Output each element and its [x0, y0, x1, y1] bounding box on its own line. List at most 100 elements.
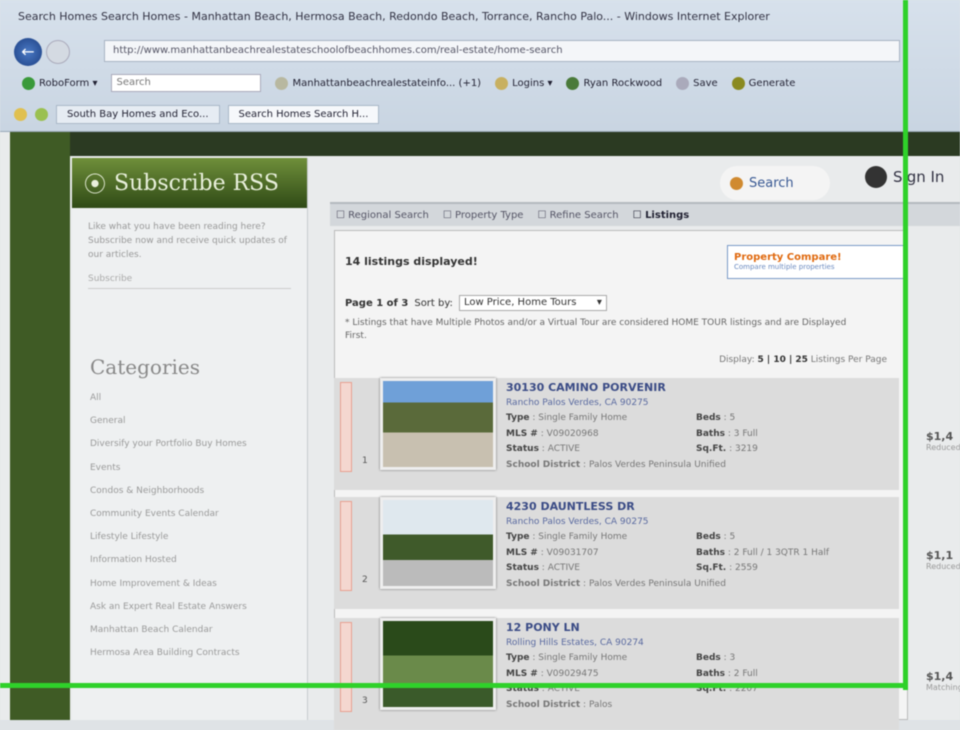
listing-row[interactable]: 1 30130 CAMINO PORVENIR Rancho Palos Ver… [334, 378, 960, 490]
logins-label: Logins ▾ [512, 77, 553, 89]
rss-header[interactable]: ⦿ Subscribe RSS [72, 158, 307, 208]
listing-price: $1,4 Reduced [926, 430, 960, 452]
search-steps: ☐ Regional Search ☐ Property Type ☐ Refi… [330, 202, 960, 226]
page-indicator: Page 1 of 3 [345, 297, 409, 309]
sort-label: Sort by: [414, 297, 453, 309]
save-button[interactable]: Save [676, 76, 718, 90]
category-link[interactable]: Ask an Expert Real Estate Answers [72, 596, 307, 619]
browser-chrome: Search Homes Search Homes - Manhattan Be… [0, 0, 960, 132]
category-link[interactable]: Lifestyle Lifestyle [72, 526, 307, 549]
category-link[interactable]: Information Hosted [72, 549, 307, 572]
generate-button[interactable]: Generate [731, 76, 795, 90]
sqft-value: 2559 [734, 563, 758, 574]
listing-address[interactable]: 30130 CAMINO PORVENIR [506, 380, 896, 396]
step-property-type[interactable]: ☐ Property Type [443, 210, 524, 221]
listing-photo[interactable] [380, 378, 496, 470]
category-link[interactable]: General [72, 410, 307, 433]
logins-button[interactable]: Logins ▾ [495, 76, 553, 90]
price-value: $1,4 [926, 430, 954, 443]
listing-photo[interactable] [380, 497, 496, 589]
roboform-label: RoboForm ▾ [39, 77, 98, 89]
school-value: Palos [588, 699, 613, 710]
school-label: School District [506, 578, 581, 589]
search-button-label: Search [749, 175, 794, 191]
category-link[interactable]: All [72, 387, 307, 410]
home-tour-tag [340, 501, 352, 591]
status-label: Status [506, 563, 539, 574]
step-listings[interactable]: ☐ Listings [633, 210, 690, 221]
step-label: Property Type [455, 209, 524, 221]
listing-address[interactable]: 4230 DAUNTLESS DR [506, 499, 896, 515]
category-link[interactable]: Events [72, 457, 307, 480]
site-header-strip [70, 132, 960, 156]
beds-label: Beds [696, 413, 721, 424]
display-suffix: Listings Per Page [810, 355, 887, 365]
highlight-frame-right [903, 0, 908, 690]
user-icon [566, 76, 580, 90]
home-tour-tag [340, 622, 352, 712]
baths-value: 2 Full [733, 668, 758, 679]
category-link[interactable]: Manhattan Beach Calendar [72, 619, 307, 642]
sqft-label: Sq.Ft. [696, 563, 727, 574]
category-link[interactable]: Home Improvement & Ideas [72, 573, 307, 596]
site-button[interactable]: Manhattanbeachrealestateinfo... (+1) [275, 76, 482, 90]
compare-label: Property Compare! [734, 252, 842, 263]
listing-info: 12 PONY LN Rolling Hills Estates, CA 902… [506, 620, 896, 714]
generate-icon [731, 76, 745, 90]
compare-sub: Compare multiple properties [734, 263, 835, 271]
category-link[interactable]: Diversify your Portfolio Buy Homes [72, 433, 307, 456]
page-icon [275, 76, 289, 90]
school-value: Palos Verdes Peninsula Unified [588, 459, 726, 470]
listing-photo[interactable] [380, 618, 496, 710]
step-label: Listings [645, 209, 690, 221]
forward-button[interactable] [46, 40, 70, 64]
baths-value: 3 Full [733, 428, 758, 439]
categories-title: Categories [90, 355, 200, 379]
sort-select[interactable]: Low Price, Home Tours ▾ [458, 295, 607, 311]
listing-address[interactable]: 12 PONY LN [506, 620, 896, 636]
tab-south-bay[interactable]: South Bay Homes and Eco... [56, 104, 220, 124]
baths-label: Baths [696, 428, 725, 439]
category-link[interactable]: Condos & Neighborhoods [72, 480, 307, 503]
chevron-down-icon: ▾ [596, 297, 602, 308]
back-button[interactable]: ← [14, 38, 42, 66]
step-label: Regional Search [348, 209, 429, 221]
rss-title: Subscribe RSS [114, 170, 279, 196]
step-refine-search[interactable]: ☐ Refine Search [537, 210, 618, 221]
search-button[interactable]: Search [720, 166, 830, 200]
listing-row[interactable]: 3 12 PONY LN Rolling Hills Estates, CA 9… [334, 618, 960, 730]
display-label: Display: [719, 355, 755, 365]
toolbar: RoboForm ▾ Search Manhattanbeachrealesta… [22, 72, 960, 94]
tab-search-homes[interactable]: Search Homes Search H... [227, 104, 380, 124]
listing-row[interactable]: 2 4230 DAUNTLESS DR Rancho Palos Verdes,… [334, 497, 960, 609]
listing-info: 4230 DAUNTLESS DR Rancho Palos Verdes, C… [506, 499, 896, 593]
type-value: Single Family Home [538, 413, 628, 424]
toolbar-search-input[interactable]: Search [111, 74, 262, 92]
rss-subscribe-link[interactable]: Subscribe [88, 274, 291, 289]
sidebar: ⦿ Subscribe RSS Like what you have been r… [72, 158, 308, 720]
display-options[interactable]: 5 | 10 | 25 [758, 355, 808, 365]
property-compare-button[interactable]: Property Compare! Compare multiple proper… [727, 245, 907, 279]
favorites-star-icon[interactable] [14, 107, 27, 121]
price-note: Reduced [926, 443, 960, 452]
baths-value: 2 Full / 1 3QTR 1 Half [733, 547, 830, 558]
mls-value: V09020968 [546, 428, 599, 439]
save-label: Save [693, 77, 718, 89]
mls-label: MLS # [506, 547, 538, 558]
address-bar[interactable]: http://www.manhattanbeachrealestateschoo… [104, 40, 900, 62]
type-value: Single Family Home [538, 532, 628, 543]
pagination-sort: Page 1 of 3 Sort by: Low Price, Home Tou… [345, 295, 607, 311]
add-favorites-icon[interactable] [35, 107, 48, 121]
category-link[interactable]: Community Events Calendar [72, 503, 307, 526]
category-link[interactable]: Hermosa Area Building Contracts [72, 642, 307, 665]
roboform-button[interactable]: RoboForm ▾ [22, 76, 98, 90]
highlight-frame-bottom [0, 683, 908, 688]
step-regional-search[interactable]: ☐ Regional Search [336, 210, 429, 221]
site-label: Manhattanbeachrealestateinfo... (+1) [292, 77, 482, 89]
listings-count: 14 listings displayed! [345, 255, 478, 268]
price-note: Matching [926, 683, 960, 692]
window-title: Search Homes Search Homes - Manhattan Be… [18, 10, 770, 23]
user-button[interactable]: Ryan Rockwood [566, 76, 662, 90]
listing-city: Rancho Palos Verdes, CA 90275 [506, 516, 649, 527]
type-value: Single Family Home [538, 653, 628, 664]
